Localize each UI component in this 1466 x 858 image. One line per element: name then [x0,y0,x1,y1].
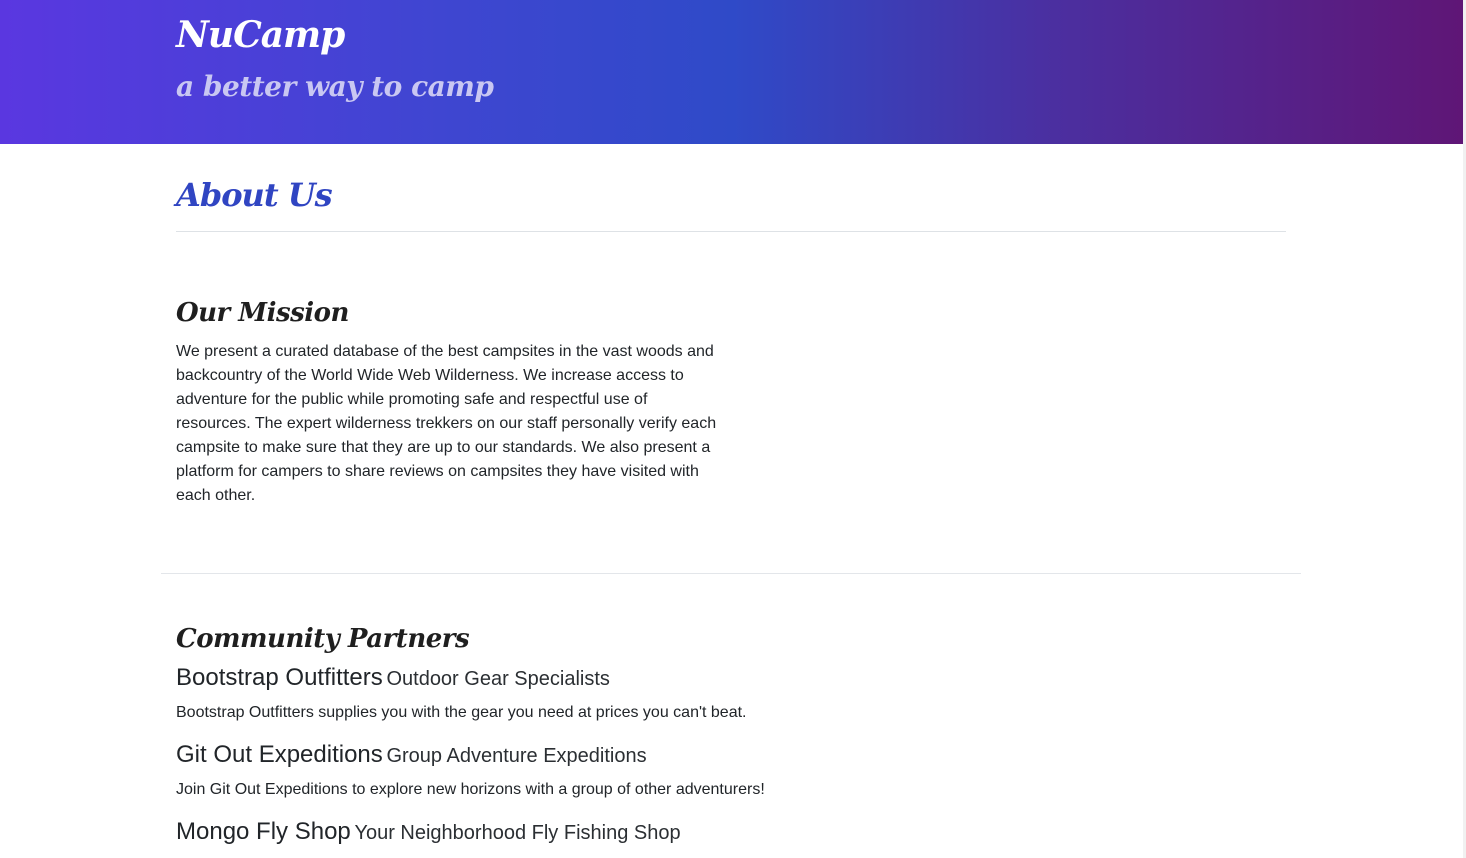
brand-tagline: a better way to camp [176,70,494,103]
partner-title: Bootstrap Outfitters Outdoor Gear Specia… [176,664,1176,692]
partner-name: Mongo Fly Shop [176,818,351,845]
partner-description: Join Git Out Expeditions to explore new … [176,781,765,798]
partner-title: Mongo Fly Shop Your Neighborhood Fly Fis… [176,818,1176,846]
section-divider [161,573,1301,574]
jumbotron-header: NuCamp a better way to camp [0,0,1464,144]
partners-heading: Community Partners [176,624,470,654]
partner-item-git-out-expeditions: Git Out Expeditions Group Adventure Expe… [176,741,1176,799]
mission-heading: Our Mission [176,298,349,328]
partner-description: Bootstrap Outfitters supplies you with t… [176,704,747,721]
partner-item-bootstrap-outfitters: Bootstrap Outfitters Outdoor Gear Specia… [176,664,1176,722]
partner-subtitle: Outdoor Gear Specialists [386,668,610,690]
partner-subtitle: Group Adventure Expeditions [386,745,647,767]
partner-subtitle: Your Neighborhood Fly Fishing Shop [354,822,681,844]
partner-name: Git Out Expeditions [176,741,383,768]
partner-title: Git Out Expeditions Group Adventure Expe… [176,741,1176,769]
page-title: About Us [176,176,333,214]
page: NuCamp a better way to camp About Us Our… [0,0,1466,858]
mission-text: We present a curated database of the bes… [176,343,717,504]
title-divider [176,231,1286,232]
partner-item-mongo-fly-shop: Mongo Fly Shop Your Neighborhood Fly Fis… [176,818,1176,846]
partner-name: Bootstrap Outfitters [176,664,383,691]
brand-title: NuCamp [176,14,345,56]
